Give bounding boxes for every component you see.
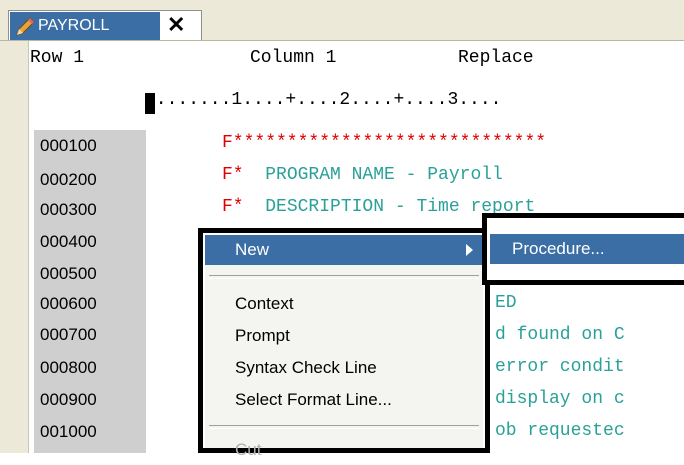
line-number: 001000 [40, 422, 97, 441]
source-line[interactable]: display on c [495, 389, 625, 409]
editor-gutter [0, 41, 29, 453]
tab-payroll[interactable]: PAYROLL ✕ [8, 10, 202, 40]
menu-separator [209, 275, 479, 279]
editor-status-row: Row 1 Column 1 Replace [30, 48, 534, 72]
tab-title-background: PAYROLL [10, 12, 160, 40]
editor-tab-bar: PAYROLL ✕ [0, 0, 684, 41]
menu-item-new[interactable]: New [205, 235, 483, 265]
source-line[interactable]: d found on C [495, 325, 625, 345]
menu-separator [209, 425, 479, 429]
menu-item-syntax-check-line[interactable]: Syntax Check Line [205, 353, 483, 383]
new-submenu: Procedure... [482, 213, 684, 285]
source-line[interactable]: F***************************** [222, 133, 546, 153]
source-line[interactable]: F* PROGRAM NAME - Payroll [222, 165, 503, 185]
context-menu-body: New Context Prompt Syntax Check Line Sel… [205, 235, 483, 459]
line-number: 000900 [40, 390, 97, 409]
menu-item-select-format-line[interactable]: Select Format Line... [205, 385, 483, 415]
row-indicator: Row 1 [30, 48, 85, 68]
menu-item-prompt[interactable]: Prompt [205, 321, 483, 351]
line-number: 000400 [40, 232, 97, 251]
menu-item-cut[interactable]: Cut [205, 435, 483, 465]
menu-item-context[interactable]: Context [205, 289, 483, 319]
line-number: 000200 [40, 170, 97, 189]
column-indicator: Column 1 [250, 48, 337, 68]
line-number: 000800 [40, 358, 97, 377]
menu-item-procedure[interactable]: Procedure... [490, 234, 684, 264]
source-line[interactable]: error condit [495, 357, 625, 377]
line-number: 000300 [40, 200, 97, 219]
submenu-arrow-icon [466, 244, 473, 256]
line-number: 000500 [40, 264, 97, 283]
close-icon[interactable]: ✕ [167, 12, 185, 38]
tab-title: PAYROLL [38, 17, 110, 34]
line-number: 000100 [40, 136, 97, 155]
source-line[interactable]: ob requestec [495, 421, 625, 441]
mode-indicator: Replace [458, 48, 534, 68]
context-menu: New Context Prompt Syntax Check Line Sel… [198, 228, 490, 459]
line-number: 000700 [40, 325, 97, 344]
source-line[interactable]: ED [495, 293, 517, 313]
pencil-icon [16, 17, 35, 36]
line-number: 000600 [40, 294, 97, 313]
column-ruler: ........1....+....2....+....3.... [145, 90, 502, 110]
